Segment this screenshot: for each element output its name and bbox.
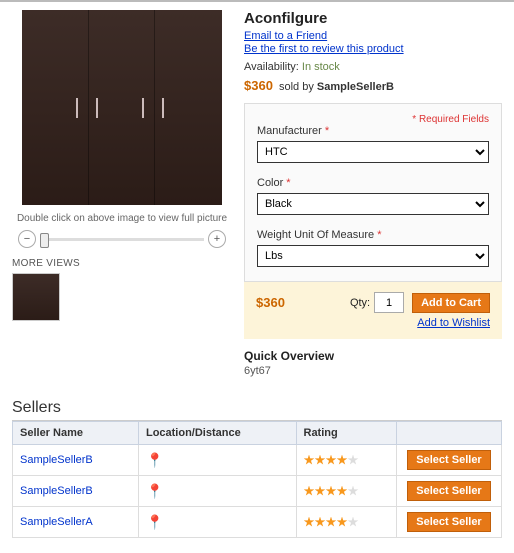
map-pin-icon[interactable]: 📍: [146, 483, 163, 499]
select-seller-button[interactable]: Select Seller: [407, 481, 490, 501]
zoom-slider[interactable]: [40, 238, 204, 241]
col-location: Location/Distance: [138, 422, 296, 445]
manufacturer-label: Manufacturer*: [257, 125, 489, 137]
col-action: [397, 422, 502, 445]
sellers-heading: Sellers: [12, 399, 502, 421]
add-to-wishlist-link[interactable]: Add to Wishlist: [417, 317, 490, 329]
zoom-out-button[interactable]: −: [18, 230, 36, 248]
required-fields-label: * Required Fields: [412, 114, 489, 125]
map-pin-icon[interactable]: 📍: [146, 452, 163, 468]
map-pin-icon[interactable]: 📍: [146, 514, 163, 530]
thumbnail-image[interactable]: [12, 273, 60, 321]
availability-value: In stock: [302, 61, 340, 73]
select-seller-button[interactable]: Select Seller: [407, 512, 490, 532]
zoom-in-button[interactable]: +: [208, 230, 226, 248]
first-review-link[interactable]: Be the first to review this product: [244, 43, 404, 55]
add-to-cart-button[interactable]: Add to Cart: [412, 293, 490, 313]
sellers-table: Seller Name Location/Distance Rating Sam…: [12, 421, 502, 538]
product-image[interactable]: [22, 10, 222, 205]
sold-by: sold by SampleSellerB: [279, 81, 394, 93]
qty-label: Qty:: [350, 297, 370, 309]
seller-name-link[interactable]: SampleSellerA: [20, 516, 93, 528]
qty-input[interactable]: [374, 292, 404, 313]
weight-uom-select[interactable]: Lbs: [257, 245, 489, 267]
product-price: $360: [244, 78, 273, 93]
weight-uom-label: Weight Unit Of Measure*: [257, 229, 489, 241]
overview-heading: Quick Overview: [244, 349, 502, 363]
email-friend-link[interactable]: Email to a Friend: [244, 30, 327, 42]
product-title: Aconfilgure: [244, 10, 502, 27]
more-views-label: MORE VIEWS: [12, 258, 232, 269]
select-seller-button[interactable]: Select Seller: [407, 450, 490, 470]
overview-text: 6yt67: [244, 365, 502, 377]
seller-name-link[interactable]: SampleSellerB: [20, 485, 93, 497]
col-seller-name: Seller Name: [13, 422, 139, 445]
table-row: SampleSellerB 📍 Select Seller: [13, 445, 502, 476]
rating-stars: [304, 517, 390, 528]
image-caption: Double click on above image to view full…: [12, 213, 232, 224]
table-row: SampleSellerB 📍 Select Seller: [13, 476, 502, 507]
cart-price: $360: [256, 295, 350, 310]
seller-name-link[interactable]: SampleSellerB: [20, 454, 93, 466]
color-select[interactable]: Black: [257, 193, 489, 215]
rating-stars: [304, 455, 390, 466]
table-row: SampleSellerA 📍 Select Seller: [13, 507, 502, 538]
color-label: Color*: [257, 177, 489, 189]
col-rating: Rating: [296, 422, 397, 445]
rating-stars: [304, 486, 390, 497]
availability-label: Availability:: [244, 61, 299, 73]
manufacturer-select[interactable]: HTC: [257, 141, 489, 163]
